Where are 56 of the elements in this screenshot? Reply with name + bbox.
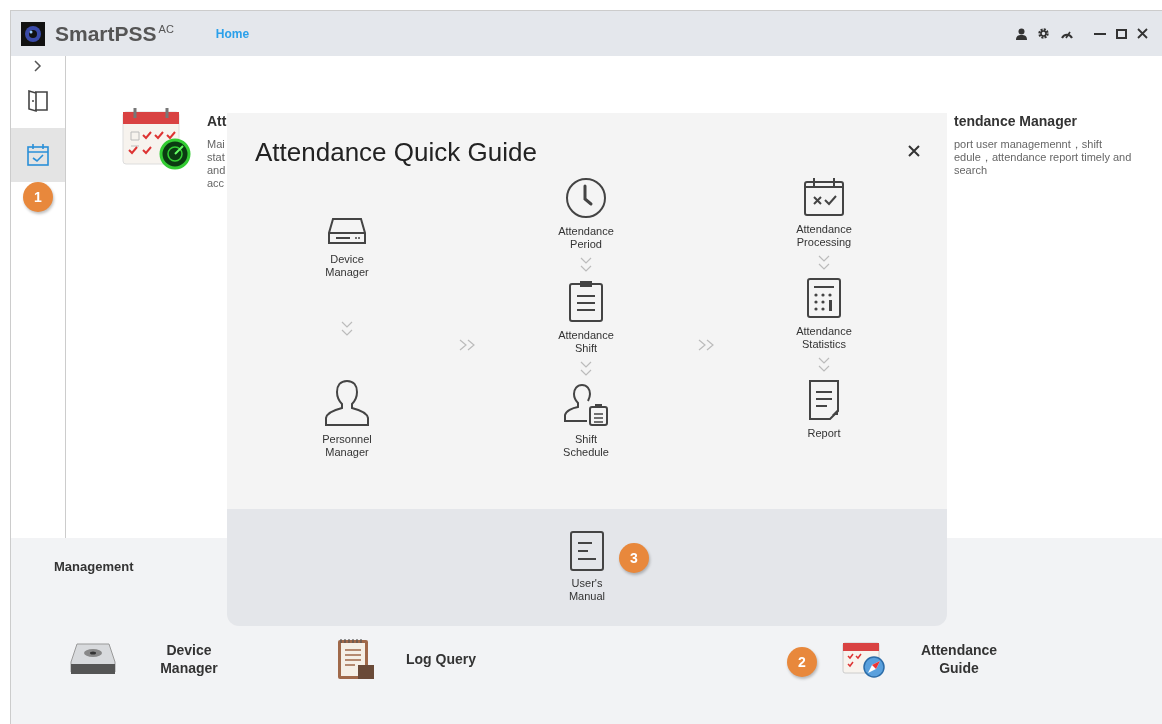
calculator-icon (806, 277, 842, 319)
section-title: Management (54, 559, 134, 574)
down-arrow-icon (818, 357, 830, 373)
guide-step[interactable]: Shift Schedule (554, 383, 618, 459)
close-icon[interactable] (1137, 28, 1148, 39)
right-arrow-icon (698, 339, 716, 351)
right-arrow-icon (459, 339, 477, 351)
card-title: tendance Manager (954, 113, 1078, 129)
door-icon (27, 89, 49, 113)
down-arrow-icon (580, 257, 592, 273)
step-number-badge: 2 (787, 647, 817, 677)
step-number-badge: 3 (619, 543, 649, 573)
drive-icon (327, 215, 367, 247)
expand-icon[interactable] (34, 60, 42, 72)
guide-step[interactable]: Attendance Period (554, 177, 618, 251)
down-arrow-icon (818, 255, 830, 271)
step-number-badge: 1 (23, 182, 53, 212)
card-description: Mai (207, 138, 226, 151)
card-description: edule，attendance report timely and (954, 151, 1133, 164)
settings-icon[interactable] (1037, 27, 1050, 40)
card-description: acc (207, 177, 226, 190)
camera-logo-icon (21, 21, 45, 46)
clipboard-icon (568, 279, 604, 323)
clock-icon (565, 177, 607, 219)
module-shortcut[interactable]: Log Query (336, 637, 476, 681)
dialog-title: Attendance Quick Guide (255, 137, 537, 168)
down-arrow-icon (580, 361, 592, 377)
card-description: search (954, 164, 989, 177)
notebook-icon (336, 637, 376, 681)
drive-icon (69, 642, 117, 676)
guide-step[interactable]: Attendance Shift (554, 279, 618, 355)
close-button[interactable] (907, 145, 921, 159)
user-icon[interactable] (1016, 27, 1027, 40)
calendar-icon (803, 177, 845, 217)
calendar-compass-icon (841, 639, 887, 679)
guide-step[interactable]: Report (792, 379, 856, 440)
guide-step[interactable]: Attendance Processing (792, 177, 856, 249)
card-description: port user managemennt，shift (954, 138, 1103, 151)
person-icon (324, 379, 370, 427)
card-description: stat (207, 151, 226, 164)
users-manual-button[interactable]: User's Manual (555, 531, 619, 626)
document-icon (806, 379, 842, 421)
calendar-radar-icon (121, 106, 191, 170)
person-clipboard-icon (563, 383, 609, 427)
calendar-check-icon (26, 143, 50, 167)
down-arrow-icon (341, 321, 353, 337)
guide-step[interactable]: Personnel Manager (315, 379, 379, 459)
module-shortcut[interactable]: Device Manager (69, 641, 231, 677)
app-title: SmartPSS$^{AC}$ (55, 21, 174, 46)
document-icon (570, 531, 604, 571)
guide-step[interactable]: Device Manager (315, 215, 379, 279)
guide-step[interactable]: Attendance Statistics (792, 277, 856, 351)
card-title: Att (207, 113, 227, 129)
card-description: and (207, 164, 227, 177)
maximize-icon[interactable] (1116, 28, 1127, 39)
minimize-icon[interactable] (1094, 32, 1106, 35)
